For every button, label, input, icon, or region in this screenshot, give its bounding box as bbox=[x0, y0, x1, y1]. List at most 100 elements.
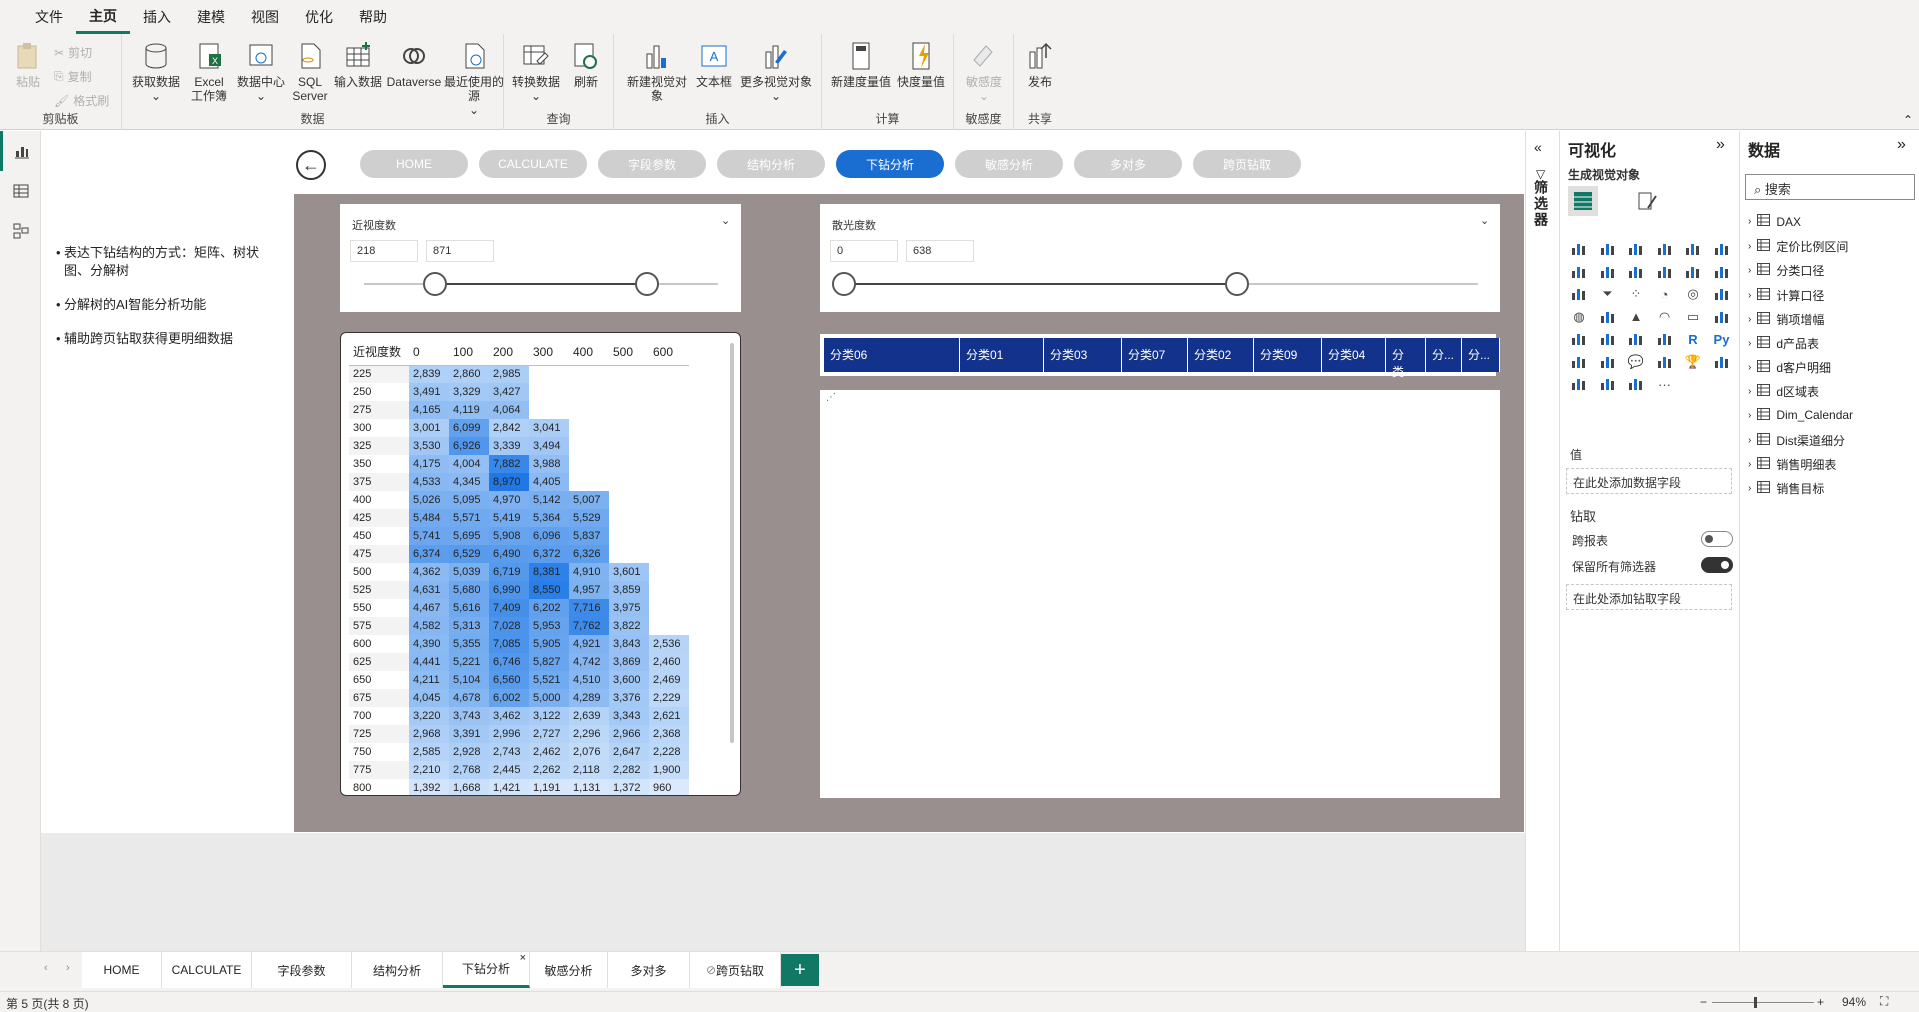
funnel-icon[interactable]: ⏷ bbox=[1597, 283, 1619, 305]
azure-map-icon[interactable]: ▲ bbox=[1625, 306, 1647, 328]
100-bar-icon[interactable] bbox=[1682, 238, 1704, 260]
matrix-cell[interactable]: 7,716 bbox=[569, 599, 609, 617]
python-visual-icon[interactable]: Py bbox=[1711, 328, 1733, 350]
matrix-cell[interactable]: 5,571 bbox=[449, 509, 489, 527]
page-tab[interactable]: 字段参数 bbox=[252, 952, 352, 988]
matrix-cell[interactable] bbox=[569, 473, 609, 491]
more-icon[interactable]: ··· bbox=[1654, 373, 1676, 395]
matrix-cell[interactable]: 4,742 bbox=[569, 653, 609, 671]
matrix-cell[interactable] bbox=[649, 455, 689, 473]
matrix-cell[interactable]: 3,343 bbox=[609, 707, 649, 725]
matrix-cell[interactable]: 3,427 bbox=[489, 383, 529, 401]
matrix-cell[interactable] bbox=[609, 365, 649, 383]
matrix-cell[interactable] bbox=[609, 437, 649, 455]
category-header-cell[interactable]: 分类01 bbox=[960, 338, 1044, 372]
matrix-cell[interactable]: 3,462 bbox=[489, 707, 529, 725]
page-tab[interactable]: CALCULATE bbox=[162, 952, 252, 988]
matrix-cell[interactable]: 5,104 bbox=[449, 671, 489, 689]
matrix-cell[interactable] bbox=[649, 617, 689, 635]
matrix-cell[interactable]: 5,364 bbox=[529, 509, 569, 527]
matrix-cell[interactable]: 2,639 bbox=[569, 707, 609, 725]
kpi-icon[interactable] bbox=[1568, 328, 1590, 350]
multi-row-card-icon[interactable] bbox=[1711, 306, 1733, 328]
matrix-cell[interactable] bbox=[649, 509, 689, 527]
matrix-cell[interactable]: 1,421 bbox=[489, 779, 529, 795]
matrix-row-header[interactable]: 725 bbox=[349, 725, 409, 743]
clustered-bar-icon[interactable] bbox=[1625, 238, 1647, 260]
matrix-row-header[interactable]: 300 bbox=[349, 419, 409, 437]
matrix-row-header[interactable]: 350 bbox=[349, 455, 409, 473]
matrix-cell[interactable]: 2,296 bbox=[569, 725, 609, 743]
table-view-icon[interactable] bbox=[0, 171, 41, 211]
dataverse-button[interactable]: Dataverse bbox=[384, 40, 444, 89]
new-measure-button[interactable]: 新建度量值 bbox=[830, 40, 892, 89]
matrix-cell[interactable]: 5,953 bbox=[529, 617, 569, 635]
build-visual-tab[interactable] bbox=[1568, 186, 1598, 216]
matrix-cell[interactable]: 3,822 bbox=[609, 617, 649, 635]
smart-narrative-icon[interactable] bbox=[1625, 373, 1647, 395]
matrix-cell[interactable]: 6,326 bbox=[569, 545, 609, 563]
trophy-icon[interactable]: 🏆 bbox=[1682, 351, 1704, 373]
collapse-ribbon-icon[interactable]: ⌃ bbox=[1903, 113, 1913, 127]
zoom-handle[interactable] bbox=[1754, 997, 1757, 1008]
matrix-cell[interactable] bbox=[609, 491, 649, 509]
matrix-cell[interactable]: 6,202 bbox=[529, 599, 569, 617]
area-chart-icon[interactable] bbox=[1597, 261, 1619, 283]
matrix-cell[interactable]: 4,405 bbox=[529, 473, 569, 491]
sensitivity-button[interactable]: 敏感度 ⌄ bbox=[960, 40, 1008, 103]
matrix-cell[interactable]: 2,860 bbox=[449, 365, 489, 383]
r-visual-icon[interactable]: R bbox=[1682, 328, 1704, 350]
sql-server-button[interactable]: SQL Server bbox=[288, 40, 332, 103]
matrix-row-header[interactable]: 250 bbox=[349, 383, 409, 401]
matrix-cell[interactable]: 7,409 bbox=[489, 599, 529, 617]
matrix-cell[interactable]: 8,550 bbox=[529, 581, 569, 599]
matrix-cell[interactable]: 6,490 bbox=[489, 545, 529, 563]
matrix-row-header[interactable]: 375 bbox=[349, 473, 409, 491]
matrix-cell[interactable]: 2,228 bbox=[649, 743, 689, 761]
filled-map-icon[interactable] bbox=[1597, 306, 1619, 328]
power-automate-icon[interactable] bbox=[1597, 373, 1619, 395]
matrix-cell[interactable]: 7,882 bbox=[489, 455, 529, 473]
matrix-cell[interactable]: 5,521 bbox=[529, 671, 569, 689]
matrix-cell[interactable]: 7,085 bbox=[489, 635, 529, 653]
matrix-cell[interactable] bbox=[649, 563, 689, 581]
matrix-cell[interactable]: 3,001 bbox=[409, 419, 449, 437]
matrix-cell[interactable]: 3,041 bbox=[529, 419, 569, 437]
cross-report-toggle[interactable] bbox=[1701, 531, 1733, 547]
matrix-cell[interactable] bbox=[649, 437, 689, 455]
matrix-cell[interactable]: 4,582 bbox=[409, 617, 449, 635]
gauge-icon[interactable]: ◠ bbox=[1654, 306, 1676, 328]
matrix-cell[interactable] bbox=[569, 365, 609, 383]
matrix-cell[interactable] bbox=[529, 365, 569, 383]
page-tab[interactable]: 多对多 bbox=[608, 952, 690, 988]
matrix-cell[interactable]: 4,467 bbox=[409, 599, 449, 617]
matrix-cell[interactable] bbox=[649, 599, 689, 617]
cut-button[interactable]: ✂ 剪切 bbox=[54, 44, 92, 61]
matrix-cell[interactable]: 4,390 bbox=[409, 635, 449, 653]
matrix-cell[interactable]: 4,045 bbox=[409, 689, 449, 707]
zoom-out-icon[interactable]: − bbox=[1700, 995, 1707, 1009]
qa-icon[interactable]: 💬 bbox=[1625, 351, 1647, 373]
matrix-row-header[interactable]: 750 bbox=[349, 743, 409, 761]
matrix-cell[interactable] bbox=[649, 419, 689, 437]
matrix-cell[interactable]: 5,741 bbox=[409, 527, 449, 545]
line-chart-icon[interactable] bbox=[1568, 261, 1590, 283]
matrix-row-header[interactable]: 625 bbox=[349, 653, 409, 671]
matrix-col-header[interactable]: 200 bbox=[489, 339, 529, 366]
matrix-cell[interactable]: 2,928 bbox=[449, 743, 489, 761]
matrix-cell[interactable] bbox=[529, 383, 569, 401]
matrix-cell[interactable]: 6,099 bbox=[449, 419, 489, 437]
matrix-row-header[interactable]: 600 bbox=[349, 635, 409, 653]
matrix-cell[interactable]: 5,221 bbox=[449, 653, 489, 671]
matrix-cell[interactable] bbox=[649, 545, 689, 563]
data-table-item[interactable]: › d区域表 bbox=[1748, 383, 1819, 400]
matrix-cell[interactable] bbox=[609, 401, 649, 419]
matrix-cell[interactable] bbox=[649, 365, 689, 383]
quick-measure-button[interactable]: 快度量值 bbox=[894, 40, 948, 89]
report-view-icon[interactable] bbox=[0, 131, 41, 171]
format-visual-tab[interactable] bbox=[1632, 186, 1662, 216]
matrix-cell[interactable]: 4,175 bbox=[409, 455, 449, 473]
matrix-cell[interactable]: 5,000 bbox=[529, 689, 569, 707]
slider-handle-high[interactable] bbox=[635, 272, 660, 296]
matrix-cell[interactable] bbox=[609, 419, 649, 437]
